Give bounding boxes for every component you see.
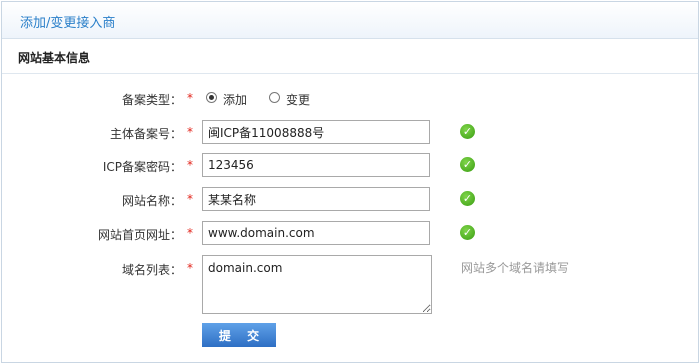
page-title: 添加/变更接入商 (20, 16, 116, 31)
icp-password-label: ICP备案密码： (102, 160, 182, 174)
filing-type-label: 备案类型： (121, 93, 182, 107)
main-filing-no-label: 主体备案号： (109, 127, 182, 141)
required-mark: * (187, 158, 193, 172)
form-panel: 添加/变更接入商 网站基本信息 备案类型： * 添加 变更 主体备案号： * ✓… (1, 1, 699, 363)
homepage-url-label: 网站首页网址： (97, 228, 182, 242)
check-circle-icon: ✓ (460, 225, 475, 240)
divider (2, 73, 698, 74)
filing-type-add-label[interactable]: 添加 (223, 91, 247, 108)
check-circle-icon: ✓ (460, 124, 475, 139)
submit-button[interactable]: 提 交 (202, 323, 276, 347)
filing-type-change-label[interactable]: 变更 (286, 91, 310, 108)
required-mark: * (187, 91, 193, 105)
site-name-input[interactable] (202, 187, 430, 211)
icp-password-input[interactable] (202, 153, 430, 177)
filing-type-add-radio[interactable] (206, 92, 217, 103)
required-mark: * (187, 125, 193, 139)
check-circle-icon: ✓ (460, 157, 475, 172)
domain-list-label: 域名列表： (121, 263, 182, 277)
section-title: 网站基本信息 (18, 51, 91, 65)
filing-type-change-radio[interactable] (269, 92, 280, 103)
check-circle-icon: ✓ (460, 191, 475, 206)
required-mark: * (187, 192, 193, 206)
site-name-label: 网站名称： (121, 194, 182, 208)
panel-header: 添加/变更接入商 (2, 2, 698, 39)
domain-list-hint: 网站多个域名请填写 (461, 261, 570, 275)
main-filing-no-input[interactable] (202, 120, 430, 144)
required-mark: * (187, 261, 193, 275)
domain-list-textarea[interactable]: domain.com (202, 255, 432, 314)
required-mark: * (187, 226, 193, 240)
homepage-url-input[interactable] (202, 221, 430, 245)
